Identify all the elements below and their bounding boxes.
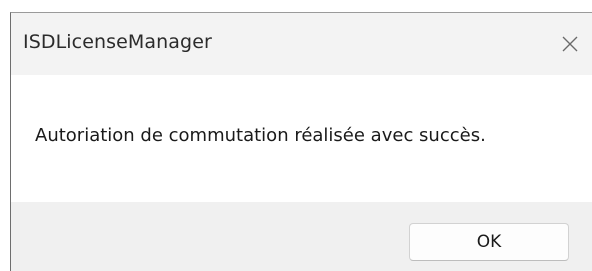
message-dialog: ISDLicenseManager Autoriation de commuta… (10, 12, 592, 271)
window-title: ISDLicenseManager (23, 31, 212, 53)
dialog-content: Autoriation de commutation réalisée avec… (11, 75, 592, 202)
close-icon (562, 36, 578, 52)
dialog-message: Autoriation de commutation réalisée avec… (35, 125, 486, 146)
close-button[interactable] (548, 13, 592, 75)
ok-button[interactable]: OK (409, 223, 569, 261)
dialog-footer: OK (11, 202, 592, 271)
title-bar: ISDLicenseManager (11, 13, 592, 75)
